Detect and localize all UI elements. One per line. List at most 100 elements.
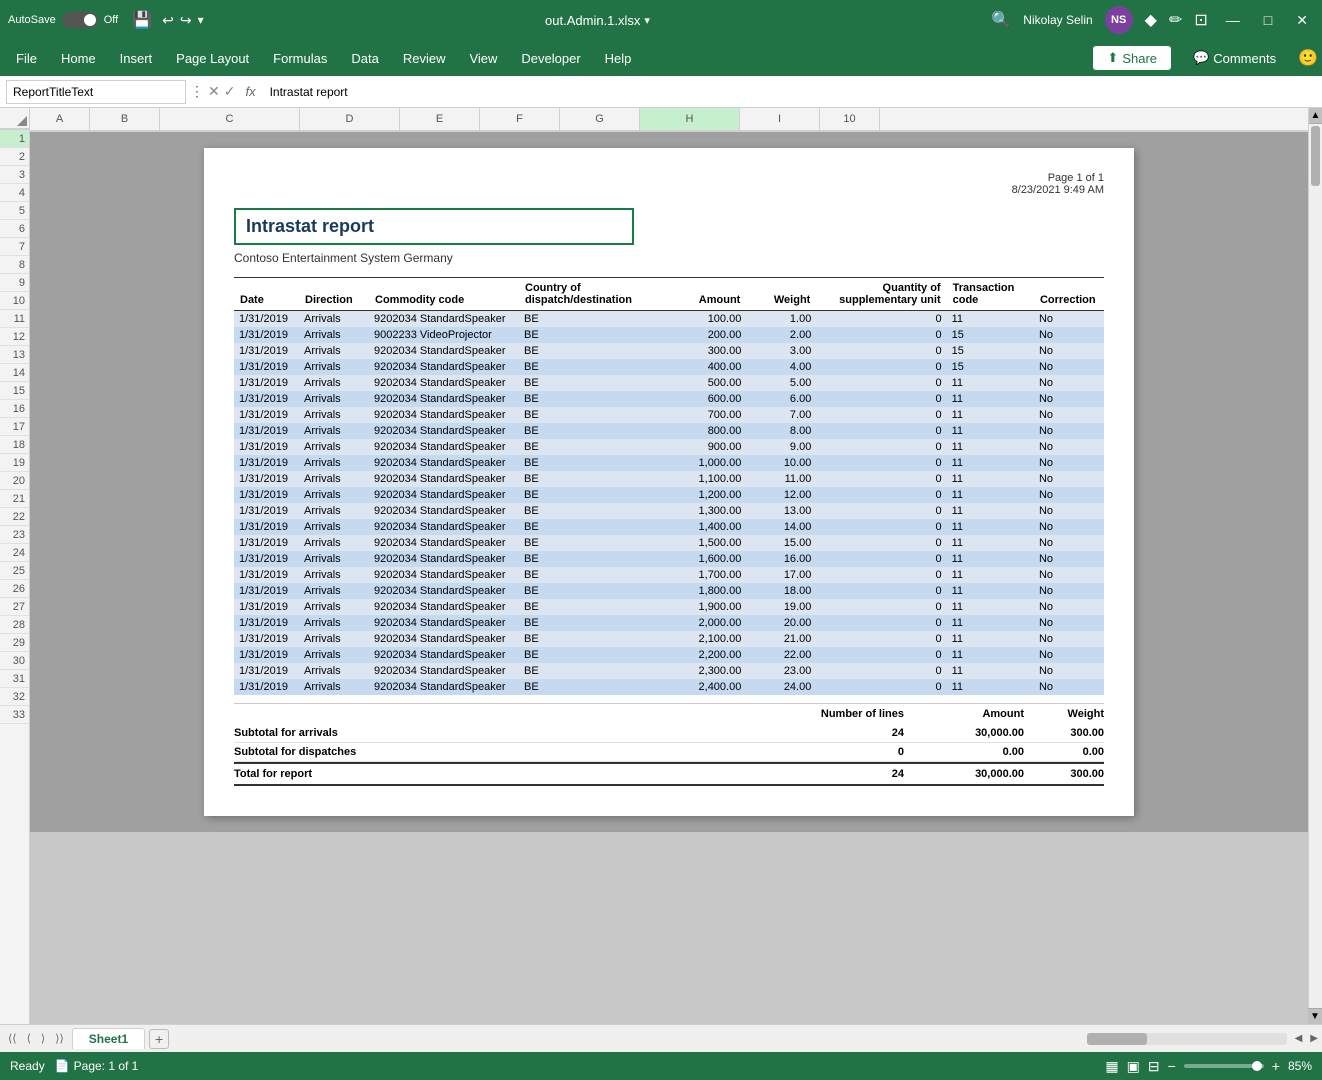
- sheet-first-icon[interactable]: ⟨⟨: [4, 1030, 21, 1047]
- horizontal-scrollbar[interactable]: [1087, 1033, 1287, 1045]
- minimize-button[interactable]: —: [1220, 12, 1246, 28]
- sa-weight: 300.00: [1024, 727, 1104, 739]
- sheet-tab-sheet1[interactable]: Sheet1: [72, 1028, 145, 1049]
- save-icon[interactable]: 💾: [132, 10, 152, 30]
- menu-help[interactable]: Help: [593, 47, 644, 70]
- cancel-icon[interactable]: ✕: [208, 83, 220, 100]
- row-number-30: 30: [0, 652, 29, 670]
- column-headers: A B C D E F G H I 10: [30, 108, 1308, 132]
- cell-2-0: 1/31/2019: [234, 343, 299, 359]
- menu-insert[interactable]: Insert: [108, 47, 165, 70]
- col-header-h[interactable]: H: [640, 108, 740, 130]
- sheet-next-icon[interactable]: ⟩: [37, 1030, 49, 1047]
- col-header-c[interactable]: C: [160, 108, 300, 130]
- row-number-6: 6: [0, 220, 29, 238]
- row-number-25: 25: [0, 562, 29, 580]
- search-icon[interactable]: 🔍: [991, 10, 1011, 30]
- row-number-7: 7: [0, 238, 29, 256]
- close-button[interactable]: ✕: [1290, 12, 1314, 29]
- menu-file[interactable]: File: [4, 47, 49, 70]
- cell-15-8: No: [1034, 551, 1104, 567]
- comments-button[interactable]: 💬 Comments: [1179, 46, 1290, 70]
- table-row: 1/31/2019Arrivals9202034 StandardSpeaker…: [234, 375, 1104, 391]
- row-number-27: 27: [0, 598, 29, 616]
- maximize-button[interactable]: □: [1258, 12, 1278, 28]
- menu-data[interactable]: Data: [339, 47, 390, 70]
- cell-16-4: 1,700.00: [666, 567, 746, 583]
- name-box[interactable]: [6, 80, 186, 104]
- share-button[interactable]: ⬆ Share: [1093, 46, 1171, 70]
- main-grid[interactable]: A B C D E F G H I 10 Page 1 of 1 8/23/20…: [30, 108, 1308, 1024]
- col-header-e[interactable]: E: [400, 108, 480, 130]
- zoom-in-icon[interactable]: +: [1272, 1058, 1280, 1074]
- sheet-last-icon[interactable]: ⟩⟩: [51, 1030, 68, 1047]
- cell-9-1: Arrivals: [299, 455, 369, 471]
- cell-3-7: 15: [947, 359, 1034, 375]
- menu-developer[interactable]: Developer: [509, 47, 592, 70]
- accept-icon[interactable]: ✓: [224, 83, 236, 100]
- cell-0-6: 0: [816, 311, 946, 328]
- title-bar: AutoSave Off 💾 ↩ ↪ ▾ out.Admin.1.xlsx ▾ …: [0, 0, 1322, 40]
- autosave-toggle[interactable]: [62, 12, 98, 28]
- report-tbody: 1/31/2019Arrivals9202034 StandardSpeaker…: [234, 311, 1104, 696]
- redo-icon[interactable]: ↪: [180, 12, 192, 29]
- cell-10-3: BE: [519, 471, 666, 487]
- col-header-j[interactable]: 10: [820, 108, 880, 130]
- scrollbar-up[interactable]: ▲: [1309, 108, 1322, 124]
- cell-12-7: 11: [947, 503, 1034, 519]
- table-row: 1/31/2019Arrivals9202034 StandardSpeaker…: [234, 519, 1104, 535]
- zoom-slider[interactable]: [1184, 1064, 1264, 1068]
- page-break-button[interactable]: ⊟: [1148, 1058, 1160, 1075]
- normal-view-button[interactable]: ▦: [1105, 1058, 1118, 1075]
- scroll-left-icon[interactable]: ◀: [1295, 1033, 1303, 1044]
- col-header-d[interactable]: D: [300, 108, 400, 130]
- sheet-prev-icon[interactable]: ⟨: [23, 1030, 35, 1047]
- cell-15-7: 11: [947, 551, 1034, 567]
- pen-icon: ✏: [1169, 10, 1182, 30]
- scrollbar-thumb[interactable]: [1311, 126, 1320, 186]
- cell-2-2: 9202034 StandardSpeaker: [369, 343, 519, 359]
- cell-2-1: Arrivals: [299, 343, 369, 359]
- menu-review[interactable]: Review: [391, 47, 458, 70]
- menu-bar: File Home Insert Page Layout Formulas Da…: [0, 40, 1322, 76]
- scrollbar-down[interactable]: ▼: [1308, 1008, 1322, 1024]
- cell-19-4: 2,000.00: [666, 615, 746, 631]
- share-icon: ⬆: [1107, 50, 1118, 66]
- menu-page-layout[interactable]: Page Layout: [164, 47, 261, 70]
- page-layout-button[interactable]: ▣: [1127, 1058, 1140, 1075]
- cell-0-2: 9202034 StandardSpeaker: [369, 311, 519, 328]
- row-number-24: 24: [0, 544, 29, 562]
- zoom-out-icon[interactable]: −: [1168, 1058, 1176, 1074]
- col-header-g[interactable]: G: [560, 108, 640, 130]
- row-number-12: 12: [0, 328, 29, 346]
- cell-9-8: No: [1034, 455, 1104, 471]
- menu-home[interactable]: Home: [49, 47, 108, 70]
- report-title: Intrastat report: [246, 216, 374, 236]
- cell-2-6: 0: [816, 343, 946, 359]
- company-name: Contoso Entertainment System Germany: [234, 251, 1104, 265]
- cell-12-0: 1/31/2019: [234, 503, 299, 519]
- col-header-f[interactable]: F: [480, 108, 560, 130]
- cell-20-8: No: [1034, 631, 1104, 647]
- vertical-scrollbar[interactable]: ▲ ▼: [1308, 108, 1322, 1024]
- add-sheet-button[interactable]: +: [149, 1029, 169, 1049]
- col-header-b[interactable]: B: [90, 108, 160, 130]
- cell-6-2: 9202034 StandardSpeaker: [369, 407, 519, 423]
- col-header-i[interactable]: I: [740, 108, 820, 130]
- table-row: 1/31/2019Arrivals9202034 StandardSpeaker…: [234, 407, 1104, 423]
- formula-input[interactable]: [266, 83, 1316, 101]
- cell-12-5: 13.00: [746, 503, 816, 519]
- col-header-a[interactable]: A: [30, 108, 90, 130]
- menu-formulas[interactable]: Formulas: [261, 47, 339, 70]
- cell-5-2: 9202034 StandardSpeaker: [369, 391, 519, 407]
- select-all-icon[interactable]: [17, 116, 27, 126]
- more-options-icon[interactable]: ⋮: [190, 83, 204, 100]
- dropdown-icon[interactable]: ▾: [644, 14, 650, 27]
- undo-icon[interactable]: ↩: [162, 12, 174, 29]
- h-scrollbar-thumb[interactable]: [1087, 1033, 1147, 1045]
- scroll-right-icon[interactable]: ▶: [1310, 1033, 1318, 1044]
- cell-12-1: Arrivals: [299, 503, 369, 519]
- user-avatar[interactable]: NS: [1105, 6, 1133, 34]
- cell-1-2: 9002233 VideoProjector: [369, 327, 519, 343]
- menu-view[interactable]: View: [457, 47, 509, 70]
